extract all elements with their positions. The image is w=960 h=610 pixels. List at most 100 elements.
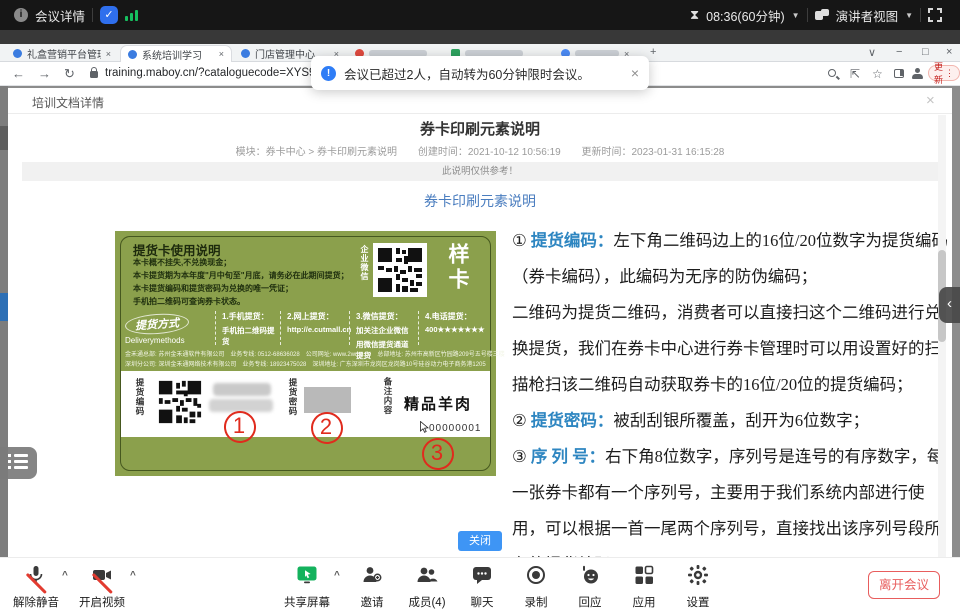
product-name: 精品羊肉 [404, 393, 472, 414]
browser-tab-1[interactable]: 礼盒营销平台管理中心 × [6, 45, 118, 62]
share-screen-button[interactable]: 共享屏幕 [275, 564, 339, 610]
doc-close-button[interactable]: 关闭 [458, 531, 502, 551]
modal-close-icon[interactable]: × [926, 92, 935, 109]
doc-meta: 模块：券卡中心 > 券卡印刷元素说明 创建时间：2021-10-12 10:56… [8, 143, 952, 158]
unmute-button[interactable]: 解除静音 [4, 564, 68, 610]
hourglass-icon: ⧗ [690, 7, 699, 23]
window-maximize-icon[interactable]: □ [922, 46, 929, 58]
profile-icon[interactable] [912, 68, 923, 79]
invite-person-icon [361, 573, 383, 590]
settings-label: 设置 [666, 594, 730, 610]
doc-created: 创建时间：2021-10-12 10:56:19 [418, 147, 561, 158]
chat-icon [471, 573, 493, 590]
doc-section-link[interactable]: 券卡印刷元素说明 [8, 191, 952, 211]
panel-collapse-handle[interactable]: ‹ [939, 287, 960, 323]
card-code-band: 提货编码 提货密码 备注内容 精品羊肉 00000001 1 [121, 371, 490, 437]
pickup-qr-code [155, 377, 205, 427]
divider [807, 8, 808, 22]
video-options-caret[interactable]: ^ [130, 570, 136, 581]
start-video-button[interactable]: 开启视频 [70, 564, 134, 610]
point-2: ② 提货密码：被刮刮银所覆盖，刮开为6位数字； [512, 403, 954, 439]
favicon [13, 49, 22, 58]
card-usage-line: 本卡提货期为本年度"月中旬至"月底，请务必在此期间提货； [133, 270, 349, 281]
new-tab-button[interactable]: + [650, 46, 656, 58]
settings-button[interactable]: 设置 [666, 564, 730, 610]
meeting-window: i 会议详情 ✓ ⧗ 08:36(60分钟) ▼ 演讲者视图 ▼ 礼盒营销平台管… [0, 0, 960, 610]
meeting-details-button[interactable]: i 会议详情 ✓ [14, 0, 138, 30]
layout-view-icon [815, 9, 829, 21]
divider [92, 8, 93, 22]
mark-3: 3 [424, 440, 450, 466]
cursor-icon [420, 421, 429, 433]
toast-close-icon[interactable]: × [631, 65, 639, 81]
view-dropdown-icon[interactable]: ▼ [905, 11, 913, 20]
wechat-qr-code [373, 243, 427, 297]
divider [920, 8, 921, 22]
network-signal-icon[interactable] [125, 9, 138, 21]
card-address-line1: 金禾通总部: 苏州金禾通软件有限公司 业务专线: 0512-68636028 公… [125, 349, 485, 358]
point-1: ① 提货编码：左下角二维码边上的16位/20位数字为提货编码（券卡编码），此编码… [512, 223, 954, 295]
apps-grid-icon [633, 573, 655, 590]
doc-title: 券卡印刷元素说明 [8, 118, 952, 139]
back-icon[interactable]: ← [12, 66, 25, 81]
card-usage-line: 本卡概不挂失,不兑换现金； [133, 257, 231, 268]
doc-explanation: ① 提货编码：左下角二维码边上的16位/20位数字为提货编码（券卡编码），此编码… [512, 223, 954, 583]
meeting-topbar: i 会议详情 ✓ ⧗ 08:36(60分钟) ▼ 演讲者视图 ▼ [0, 0, 960, 30]
doc-notice-banner: 此说明仅供参考！ [22, 162, 938, 181]
split-view-icon[interactable] [894, 69, 904, 78]
bookmark-star-icon[interactable]: ☆ [872, 67, 883, 81]
card-usage-line: 本卡提货编码和提货密码为兑换的唯一凭证； [133, 283, 293, 294]
timer-dropdown-icon[interactable]: ▼ [792, 11, 800, 20]
delivery-methods-stamp: 提货方式 Deliverymethods [125, 314, 211, 345]
mic-options-caret[interactable]: ^ [62, 570, 68, 581]
left-sidebar-block [0, 126, 8, 150]
left-sidebar-sliver [0, 86, 8, 557]
tab-title: 礼盒营销平台管理中心 [27, 46, 101, 61]
fullscreen-icon[interactable] [928, 8, 942, 22]
share-options-caret[interactable]: ^ [334, 570, 340, 581]
microphone-icon [25, 573, 47, 590]
start-video-label: 开启视频 [70, 594, 134, 610]
toast-info-icon: ! [321, 66, 336, 81]
card-sample-image: 提货卡使用说明 本卡概不挂失,不兑换现金； 本卡提货期为本年度"月中旬至"月底，… [115, 231, 496, 476]
toast-text: 会议已超过2人，自动转为60分钟限时会议。 [344, 64, 590, 83]
tab-close-icon[interactable]: × [219, 49, 224, 59]
card-address-line2: 深圳分公司: 深圳金禾通网络技术有限公司 业务专线: 18923475028 深… [125, 359, 485, 368]
gear-icon [687, 573, 709, 590]
scrollbar-track[interactable] [938, 115, 946, 557]
window-close-icon[interactable]: × [946, 46, 952, 58]
left-sidebar-active-item[interactable] [0, 293, 8, 321]
meeting-details-label: 会议详情 [35, 6, 85, 25]
method-col-1: 1.手机提货：手机拍二维码提货 [215, 311, 277, 345]
window-minimize-icon[interactable]: − [896, 46, 902, 58]
zoom-icon[interactable] [828, 69, 836, 77]
tab-title: 系统培训学习 [142, 47, 214, 62]
view-mode-label[interactable]: 演讲者视图 [836, 6, 899, 25]
lock-icon [90, 71, 98, 78]
unmute-label: 解除静音 [4, 594, 68, 610]
pickup-password-label: 提货密码 [287, 378, 299, 416]
update-button[interactable]: 更新 ⋮ [928, 65, 960, 81]
share-screen-label: 共享屏幕 [275, 594, 339, 610]
modal-header: 培训文档详情 × [8, 88, 952, 114]
reload-icon[interactable]: ↻ [64, 66, 75, 82]
floating-list-widget[interactable] [0, 447, 37, 479]
browser-tab-2-active[interactable]: 系统培训学习 × [120, 45, 232, 62]
window-menu-icon[interactable]: ∨ [868, 46, 876, 59]
tab-close-icon[interactable]: × [106, 49, 111, 59]
scratch-area [304, 387, 351, 413]
mark-1: 1 [226, 413, 252, 439]
forward-icon[interactable]: → [38, 66, 51, 81]
security-shield-icon[interactable]: ✓ [100, 6, 118, 24]
modal-title: 培训文档详情 [32, 94, 104, 111]
serial-number: 00000001 [420, 421, 482, 434]
meeting-toolbar: 解除静音 ^ 开启视频 ^ 共享屏幕 ^ 邀请 [0, 557, 960, 610]
meeting-toast: ! 会议已超过2人，自动转为60分钟限时会议。 × [311, 56, 649, 90]
kebab-icon: ⋮ [945, 68, 954, 79]
share-icon[interactable]: ⇱ [850, 67, 860, 81]
reaction-icon [579, 573, 601, 590]
favicon [128, 50, 137, 59]
leave-meeting-button[interactable]: 离开会议 [868, 571, 940, 599]
remark-label: 备注内容 [382, 377, 394, 415]
doc-module: 模块：券卡中心 > 券卡印刷元素说明 [236, 147, 397, 158]
